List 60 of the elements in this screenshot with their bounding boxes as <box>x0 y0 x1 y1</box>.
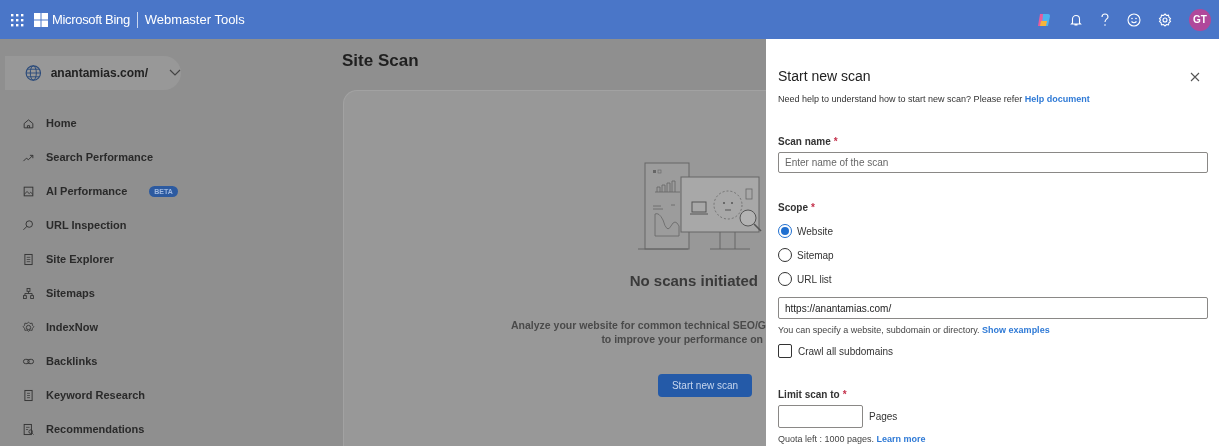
brand-name[interactable]: Microsoft Bing <box>52 9 130 30</box>
required-mark: * <box>811 201 815 216</box>
field-label: Scope <box>778 201 808 216</box>
empty-state-heading: No scans initiated <box>629 271 758 291</box>
show-examples-link[interactable]: Show examples <box>982 325 1050 335</box>
close-button[interactable] <box>1190 71 1200 82</box>
copilot-logo-icon[interactable] <box>1036 11 1052 28</box>
checkbox[interactable] <box>778 344 792 358</box>
scope-hint-text: You can specify a website, subdomain or directory. Show examples <box>778 324 1051 337</box>
sitemap-icon <box>22 286 35 300</box>
page-title: Site Scan <box>342 51 420 71</box>
pages-unit-label: Pages <box>869 409 898 424</box>
site-name: anantamias.com/ <box>50 65 148 82</box>
smiley-icon[interactable] <box>1127 12 1141 27</box>
search-icon <box>22 218 35 232</box>
document-icon <box>22 252 35 266</box>
empty-state-description: Analyze your website for common technical SEO/G <box>511 317 766 332</box>
app-launcher-icon[interactable] <box>10 12 24 27</box>
radio-label: Website <box>797 224 833 239</box>
nav-item[interactable]: Site Explorer <box>0 242 342 276</box>
nav-item[interactable]: Keyword Research <box>0 378 342 412</box>
user-avatar[interactable]: GT <box>1189 8 1211 31</box>
field-label: Limit scan to <box>778 387 840 402</box>
nav-item[interactable]: IndexNow <box>0 310 342 344</box>
nav-item[interactable]: Recommendations <box>0 412 342 446</box>
home-icon <box>22 116 35 130</box>
url-field[interactable]: https://anantamias.com/ <box>778 297 1208 319</box>
help-document-link[interactable]: Help document <box>1024 94 1090 104</box>
required-mark: * <box>842 387 847 402</box>
empty-state-description: to improve your performance on <box>601 331 763 346</box>
site-selector[interactable]: anantamias.com/ <box>5 56 181 90</box>
panel-title: Start new scan <box>778 67 871 86</box>
help-icon[interactable] <box>1100 12 1110 27</box>
product-name[interactable]: Webmaster Tools <box>144 9 245 30</box>
nav-item[interactable]: URL Inspection <box>0 208 342 242</box>
learn-more-link[interactable]: Learn more <box>876 433 926 444</box>
nav-item[interactable]: Backlinks <box>0 344 342 378</box>
globe-icon <box>25 62 42 84</box>
checkbox-label: Crawl all subdomains <box>798 344 894 359</box>
page-limit-field[interactable] <box>778 404 863 428</box>
quota-text: Quota left : 1000 pages. Learn more <box>778 432 927 446</box>
start-scan-button[interactable]: Start new scan <box>658 373 752 397</box>
document-icon <box>22 388 35 402</box>
settings-icon[interactable] <box>1158 12 1172 27</box>
notification-bell-icon[interactable] <box>1069 12 1083 27</box>
scan-name-field[interactable]: Enter name of the scan <box>778 151 1208 174</box>
close-icon <box>1190 71 1200 82</box>
chevron-down-icon <box>169 69 181 77</box>
nav-item[interactable]: Sitemaps <box>0 276 342 310</box>
windows-logo-icon <box>34 12 48 27</box>
gear-icon <box>22 320 35 334</box>
nav-item[interactable]: Home <box>0 106 342 140</box>
field-label: Scan name <box>778 134 831 149</box>
required-mark: * <box>833 134 838 149</box>
document-search-icon <box>22 422 35 436</box>
radio-label: URL list <box>797 272 832 287</box>
nav-item[interactable]: Search Performance <box>0 140 342 174</box>
help-text: Need help to understand how to start new scan? Please refer Help document <box>778 93 1091 106</box>
radio-label: Sitemap <box>797 248 834 263</box>
image-icon <box>22 184 35 198</box>
